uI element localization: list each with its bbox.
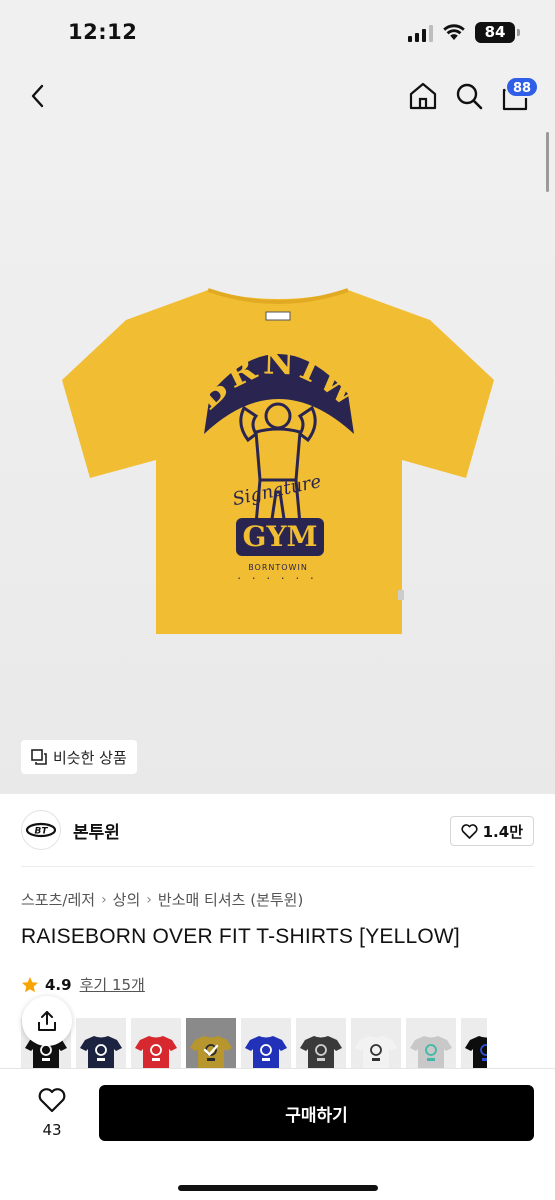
breadcrumb: 스포츠/레저 › 상의 › 반소매 티셔츠 (본투윈)	[21, 889, 303, 910]
color-swatch[interactable]	[351, 1018, 401, 1068]
product-image[interactable]: BRNIW Signature GYM BORNTOWIN • • • • • …	[0, 132, 555, 794]
color-swatch[interactable]	[406, 1018, 456, 1068]
wifi-icon	[443, 24, 465, 40]
home-icon	[409, 82, 437, 110]
swatch-tshirt-icon	[300, 1036, 342, 1068]
divider	[21, 866, 534, 867]
swatch-tshirt-icon	[135, 1036, 177, 1068]
signal-icon	[408, 24, 433, 42]
star-icon	[22, 976, 38, 992]
battery-tip	[517, 29, 520, 36]
status-bar: 12:12 84	[0, 0, 555, 62]
search-icon	[456, 83, 483, 110]
brand-name[interactable]: 본투윈	[73, 818, 120, 843]
cart-count-badge: 88	[505, 76, 540, 98]
review-count-link[interactable]: 후기 15개	[80, 974, 145, 995]
similar-products-label: 비슷한 상품	[53, 748, 127, 767]
buy-button[interactable]: 구매하기	[99, 1085, 534, 1141]
heart-icon	[38, 1088, 66, 1113]
print-bottom-text: GYM	[243, 520, 318, 553]
breadcrumb-item[interactable]: 반소매 티셔츠 (본투윈)	[158, 889, 303, 910]
swatch-tshirt-icon	[465, 1036, 487, 1068]
rating-value: 4.9	[45, 975, 72, 994]
swatch-tshirt-icon	[245, 1036, 287, 1068]
brand-row: BT 본투윈 1.4만	[21, 808, 534, 852]
print-brand-line: BORNTOWIN	[248, 563, 308, 572]
heart-icon	[461, 823, 478, 839]
product-title: RAISEBORN OVER FIT T-SHIRTS [YELLOW]	[21, 925, 460, 948]
swatch-tshirt-icon	[80, 1036, 122, 1068]
swatch-tshirt-icon	[190, 1036, 232, 1068]
color-swatch[interactable]	[241, 1018, 291, 1068]
top-nav: 88	[0, 62, 555, 132]
rating-row: 4.9 후기 15개	[21, 974, 145, 995]
color-options	[21, 1018, 487, 1068]
wishlist-button[interactable]: 43	[30, 1087, 74, 1139]
share-button[interactable]	[22, 996, 72, 1046]
search-button[interactable]	[451, 78, 487, 114]
brand-like-count: 1.4만	[482, 822, 523, 841]
color-swatch[interactable]	[186, 1018, 236, 1068]
brand-like-button[interactable]: 1.4만	[449, 816, 534, 846]
brand-logo[interactable]: BT	[21, 810, 61, 850]
breadcrumb-separator-icon: ›	[146, 891, 152, 908]
bottom-action-bar: 43 구매하기	[0, 1068, 555, 1200]
side-tag	[398, 590, 404, 600]
scroll-indicator	[546, 132, 549, 192]
print-small-dots: • • • • • •	[238, 576, 319, 582]
home-indicator	[178, 1185, 378, 1191]
color-swatch[interactable]	[461, 1018, 487, 1068]
color-swatch[interactable]	[76, 1018, 126, 1068]
svg-text:BT: BT	[35, 827, 49, 837]
wishlist-count: 43	[42, 1121, 62, 1139]
back-button[interactable]	[20, 78, 56, 114]
swatch-tshirt-icon	[410, 1036, 452, 1068]
color-swatch[interactable]	[131, 1018, 181, 1068]
similar-products-button[interactable]: 비슷한 상품	[21, 740, 137, 774]
battery-level: 84	[484, 23, 506, 41]
share-icon	[38, 1011, 56, 1031]
brand-logo-icon: BT	[25, 822, 57, 838]
tshirt-illustration: BRNIW Signature GYM BORNTOWIN • • • • • …	[62, 288, 494, 634]
color-swatch[interactable]	[296, 1018, 346, 1068]
breadcrumb-separator-icon: ›	[101, 891, 107, 908]
swatch-tshirt-icon	[355, 1036, 397, 1068]
breadcrumb-item[interactable]: 상의	[113, 889, 141, 910]
breadcrumb-item[interactable]: 스포츠/레저	[21, 889, 95, 910]
status-time: 12:12	[68, 20, 138, 44]
battery-indicator: 84	[475, 22, 520, 43]
status-icons: 84	[408, 22, 520, 43]
neck-label	[265, 311, 291, 321]
chevron-left-icon	[31, 84, 44, 108]
copy-icon	[31, 749, 47, 765]
home-button[interactable]	[405, 78, 441, 114]
